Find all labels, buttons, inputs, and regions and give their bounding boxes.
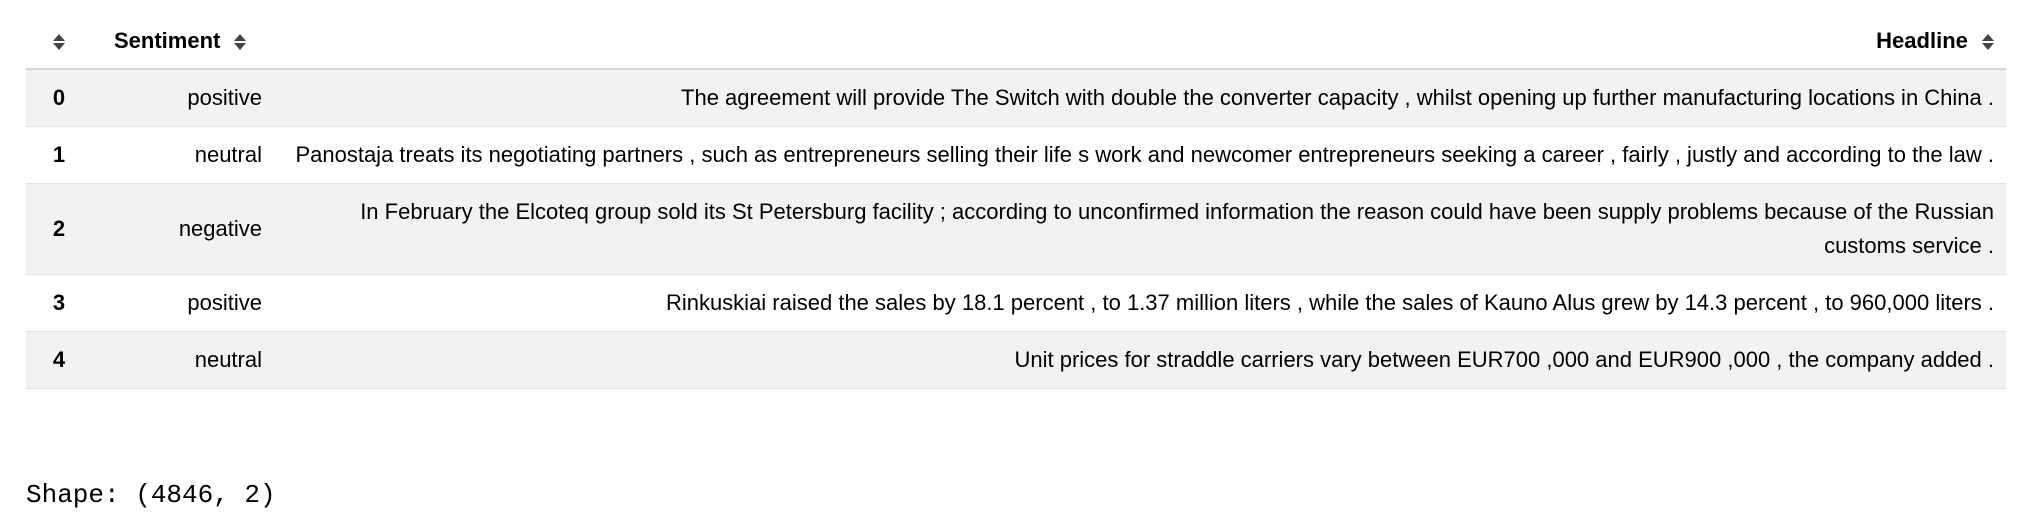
sentiment-cell: negative xyxy=(92,183,276,275)
headline-cell: Panostaja treats its negotiating partner… xyxy=(276,126,2006,184)
row-index: 3 xyxy=(26,274,92,332)
sentiment-column-header[interactable]: Sentiment xyxy=(92,14,276,70)
headline-cell: The agreement will provide The Switch wi… xyxy=(276,69,2006,127)
headline-header-label: Headline xyxy=(1876,28,1968,53)
table-row: 4 neutral Unit prices for straddle carri… xyxy=(26,331,2006,389)
sort-icon[interactable] xyxy=(1982,33,1994,51)
row-index: 4 xyxy=(26,331,92,389)
row-index: 1 xyxy=(26,126,92,184)
headline-cell: Unit prices for straddle carriers vary b… xyxy=(276,331,2006,389)
table-row: 3 positive Rinkuskiai raised the sales b… xyxy=(26,274,2006,332)
sort-icon[interactable] xyxy=(53,33,65,51)
table-row: 2 negative In February the Elcoteq group… xyxy=(26,183,2006,275)
table-header: Sentiment Headline xyxy=(26,14,2006,70)
table-row: 0 positive The agreement will provide Th… xyxy=(26,69,2006,127)
sort-icon[interactable] xyxy=(234,33,247,51)
sentiment-cell: neutral xyxy=(92,126,276,184)
table-row: 1 neutral Panostaja treats its negotiati… xyxy=(26,126,2006,184)
row-index: 2 xyxy=(26,183,92,275)
dataframe-table: Sentiment Headline 0 positive The agreem… xyxy=(26,14,2006,389)
headline-cell: In February the Elcoteq group sold its S… xyxy=(276,183,2006,275)
dataframe-table-container: Sentiment Headline 0 positive The agreem… xyxy=(26,14,2006,389)
header-row: Sentiment Headline xyxy=(26,14,2006,70)
row-index: 0 xyxy=(26,69,92,127)
sentiment-cell: positive xyxy=(92,274,276,332)
headline-cell: Rinkuskiai raised the sales by 18.1 perc… xyxy=(276,274,2006,332)
sentiment-cell: positive xyxy=(92,69,276,127)
table-body: 0 positive The agreement will provide Th… xyxy=(26,69,2006,389)
sentiment-cell: neutral xyxy=(92,331,276,389)
sentiment-header-label: Sentiment xyxy=(114,28,221,53)
shape-output-text: Shape: (4846, 2) xyxy=(26,480,276,510)
headline-column-header[interactable]: Headline xyxy=(276,14,2006,70)
index-column-header[interactable] xyxy=(26,14,92,70)
